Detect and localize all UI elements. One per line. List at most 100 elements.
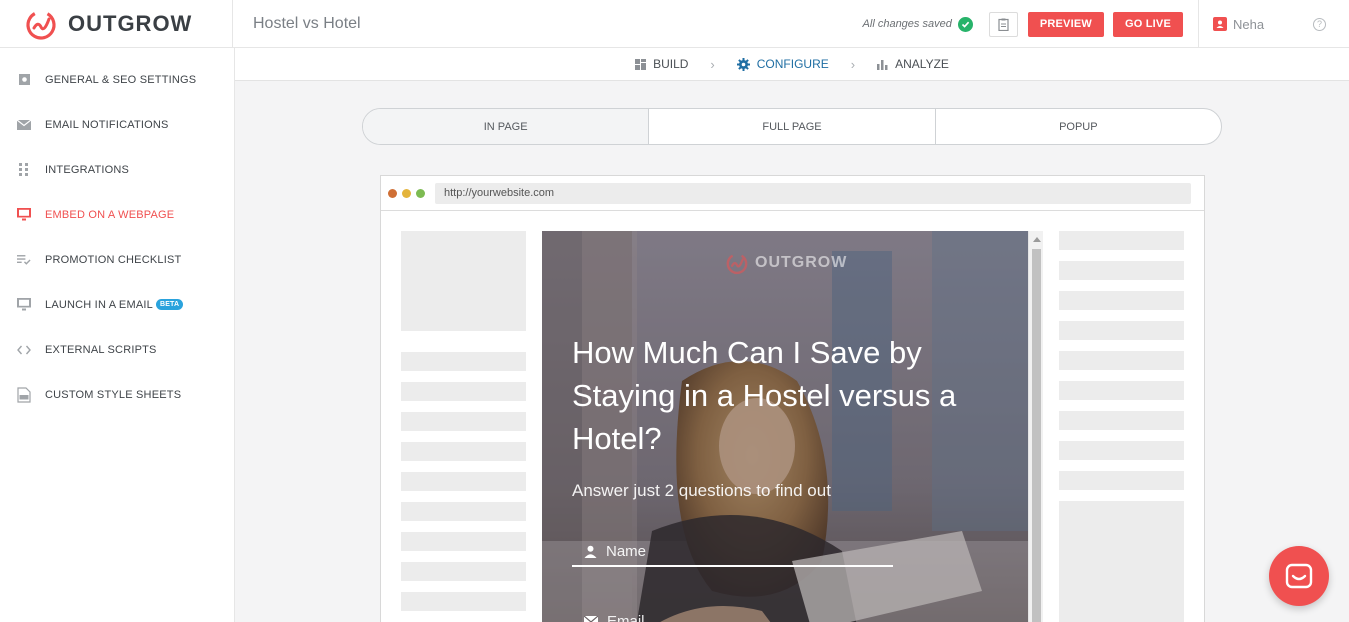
placeholder-block [1059, 501, 1184, 622]
preview-scrollbar[interactable] [1028, 231, 1043, 622]
placeholder-line [1059, 231, 1184, 250]
monitor-icon [17, 298, 31, 312]
sidebar-item-integrations[interactable]: INTEGRATIONS [0, 147, 234, 192]
chat-launcher-button[interactable] [1269, 546, 1329, 606]
scroll-thumb[interactable] [1032, 249, 1041, 622]
placeholder-line [401, 502, 526, 521]
calculator-headline: How Much Can I Save by Staying in a Host… [572, 335, 957, 456]
name-input[interactable]: Name [572, 538, 893, 567]
calculator-brand: OUTGROW [755, 254, 848, 271]
browser-toolbar: http://yourwebsite.com [381, 176, 1204, 211]
name-placeholder: Name [606, 543, 647, 560]
bar-chart-icon [877, 59, 888, 70]
notes-button[interactable] [988, 11, 1018, 37]
sidebar-item-label: PROMOTION CHECKLIST [45, 253, 182, 266]
sidebar-item-label: EMAIL NOTIFICATIONS [45, 118, 169, 131]
step-label: CONFIGURE [756, 57, 829, 71]
code-icon [17, 343, 31, 357]
settings-box-icon [17, 73, 31, 87]
user-name: Neha [1233, 16, 1265, 32]
placeholder-line [1059, 321, 1184, 340]
placeholder-line [1059, 261, 1184, 280]
sidebar-item-general-seo[interactable]: GENERAL & SEO SETTINGS [0, 57, 234, 102]
step-build[interactable]: BUILD [635, 57, 688, 71]
step-label: BUILD [653, 57, 689, 71]
email-input[interactable]: Email [572, 613, 893, 622]
preview-button[interactable]: PREVIEW [1027, 11, 1104, 37]
tab-in-page[interactable]: IN PAGE [363, 109, 650, 144]
placeholder-line [401, 562, 526, 581]
app-root: OUTGROW Hostel vs Hotel All changes save… [0, 0, 1349, 622]
envelope-icon [584, 616, 598, 622]
sidebar-item-promotion-checklist[interactable]: PROMOTION CHECKLIST [0, 237, 234, 282]
placeholder-line [401, 592, 526, 611]
top-actions: All changes saved PREVIEW GO LIVE Neha ? [863, 0, 1349, 48]
placeholder-line [1059, 291, 1184, 310]
monitor-icon [17, 208, 31, 222]
step-label: ANALYZE [895, 57, 949, 71]
scroll-up-arrow-icon[interactable] [1033, 237, 1041, 242]
placeholder-line [1059, 381, 1184, 400]
grid-icon [635, 58, 647, 70]
brand-logo[interactable]: OUTGROW [0, 0, 233, 48]
sidebar-item-label: EMBED ON A WEBPAGE [45, 208, 175, 221]
go-live-button[interactable]: GO LIVE [1112, 11, 1183, 37]
top-bar: OUTGROW Hostel vs Hotel All changes save… [0, 0, 1349, 48]
outgrow-logo-icon [726, 253, 748, 275]
placeholder-line [1059, 351, 1184, 370]
browser-preview: http://yourwebsite.com OUTGROW How Much … [380, 175, 1205, 622]
save-status: All changes saved [862, 18, 952, 30]
chevron-right-icon: › [850, 56, 856, 72]
step-configure[interactable]: CONFIGURE [736, 57, 829, 71]
beta-badge: BETA [155, 299, 184, 310]
help-icon[interactable]: ? [1313, 17, 1326, 31]
outgrow-logo-icon [26, 9, 56, 40]
placeholder-line [1059, 471, 1184, 490]
user-menu[interactable]: Neha [1213, 17, 1313, 32]
placeholder-line [401, 382, 526, 401]
clipboard-icon [998, 18, 1009, 31]
sidebar-item-email-notifications[interactable]: EMAIL NOTIFICATIONS [0, 102, 234, 147]
calculator-logo: OUTGROW [725, 251, 847, 275]
step-analyze[interactable]: ANALYZE [877, 57, 949, 71]
placeholder-line [401, 532, 526, 551]
sidebar-item-label: EXTERNAL SCRIPTS [45, 343, 157, 356]
placeholder-block [401, 231, 526, 331]
envelope-icon [17, 118, 31, 132]
sidebar-item-label: INTEGRATIONS [45, 163, 130, 176]
sidebar-item-label: GENERAL & SEO SETTINGS [45, 73, 197, 86]
calculator-subheadline: Answer just 2 questions to find out [572, 481, 831, 500]
sidebar-item-label: LAUNCH IN A EMAIL [45, 298, 153, 311]
person-icon [584, 545, 597, 558]
sidebar-item-launch-email[interactable]: LAUNCH IN A EMAIL BETA [0, 282, 234, 327]
css-file-icon [17, 386, 31, 403]
placeholder-line [401, 412, 526, 431]
placeholder-line [1059, 441, 1184, 460]
placeholder-line [401, 352, 526, 371]
embedded-calculator: OUTGROW How Much Can I Save by Staying i… [542, 231, 1028, 622]
chevron-right-icon: › [710, 56, 715, 72]
checklist-icon [17, 253, 31, 267]
sidebar-item-embed-webpage[interactable]: EMBED ON A WEBPAGE [0, 192, 234, 237]
embed-type-tabs: IN PAGE FULL PAGE POPUP [362, 108, 1222, 145]
gear-icon [736, 57, 750, 71]
dots-grid-icon [17, 163, 31, 177]
sidebar: GENERAL & SEO SETTINGS EMAIL NOTIFICATIO… [0, 48, 235, 622]
brand-name: OUTGROW [68, 10, 193, 36]
window-minimize-dot [402, 188, 411, 198]
checkmark-icon [957, 16, 973, 32]
placeholder-line [1059, 411, 1184, 430]
project-title[interactable]: Hostel vs Hotel [253, 15, 361, 33]
tab-popup[interactable]: POPUP [936, 109, 1221, 144]
sidebar-item-custom-style-sheets[interactable]: CUSTOM STYLE SHEETS [0, 372, 234, 417]
chat-icon [1285, 563, 1313, 589]
tab-full-page[interactable]: FULL PAGE [649, 109, 936, 144]
sidebar-item-label: CUSTOM STYLE SHEETS [45, 388, 182, 401]
window-maximize-dot [416, 188, 425, 198]
window-close-dot [388, 188, 397, 198]
sidebar-item-external-scripts[interactable]: EXTERNAL SCRIPTS [0, 327, 234, 372]
divider [1198, 0, 1199, 48]
user-avatar-icon [1213, 17, 1227, 31]
wizard-steps: BUILD › CONFIGURE › ANALYZE [235, 48, 1349, 81]
placeholder-line [401, 472, 526, 491]
